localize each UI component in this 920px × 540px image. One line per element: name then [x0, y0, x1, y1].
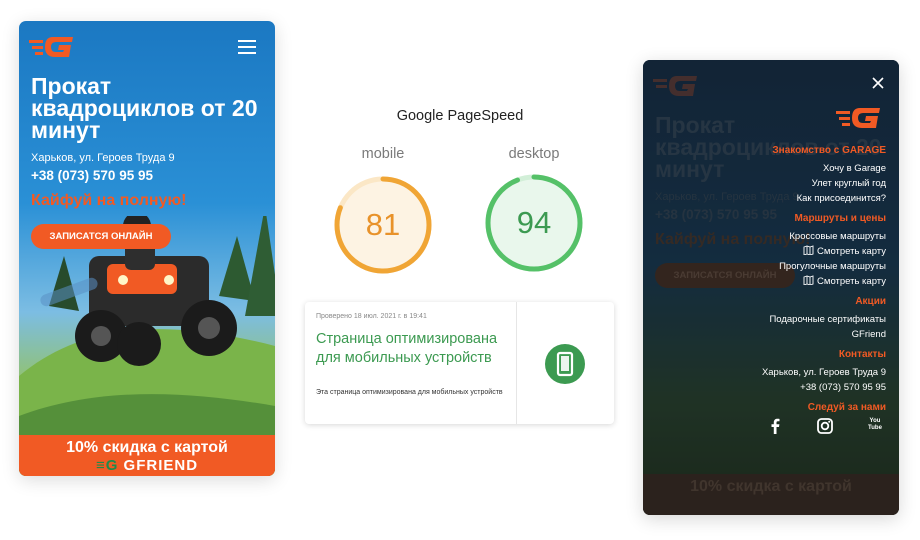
map-icon — [803, 245, 814, 255]
mobile-screenshot: Прокат квадроциклов от 20 минут Харьков,… — [19, 21, 275, 476]
result-description: Эта страница оптимизирована для мобильны… — [316, 389, 503, 396]
social-links: You Tube — [761, 416, 889, 436]
menu-item[interactable]: Подарочные сертификаты — [666, 312, 886, 327]
menu-section-promotions[interactable]: Акции — [666, 295, 886, 308]
map-icon — [803, 275, 814, 285]
score-value-desktop: 94 — [516, 205, 552, 240]
hamburger-menu-icon[interactable] — [238, 40, 256, 54]
pagespeed-title: Google PageSpeed — [396, 108, 524, 124]
gauge-label-mobile: mobile — [361, 146, 405, 162]
mobile-phone-icon — [545, 344, 585, 384]
menu-item[interactable]: Хочу в Garage — [666, 161, 886, 176]
checked-timestamp: Проверено 18 июл. 2021 г. в 19:41 — [316, 313, 427, 320]
menu-item[interactable]: Кроссовые маршруты — [666, 229, 886, 244]
menu-item[interactable]: Как присоединится? — [666, 191, 886, 206]
menu-item[interactable]: Харьков, ул. Героев Труда 9 — [666, 365, 886, 380]
gauge-label-desktop: desktop — [508, 146, 560, 162]
address: Харьков, ул. Героев Труда 9 — [31, 152, 175, 164]
card-divider — [516, 302, 517, 424]
menu-section-contacts[interactable]: Контакты — [666, 348, 886, 361]
slogan: Кайфуй на полную! — [31, 192, 187, 209]
menu-section-routes[interactable]: Маршруты и цены — [666, 212, 886, 225]
close-icon[interactable] — [871, 76, 885, 90]
menu-item-map[interactable]: Смотреть карту — [666, 274, 886, 289]
youtube-icon[interactable]: You Tube — [863, 416, 887, 436]
result-heading: Страница оптимизирована для мобильных ус… — [316, 331, 498, 366]
menu-item[interactable]: +38 (073) 570 95 95 — [666, 380, 886, 395]
phone-number[interactable]: +38 (073) 570 95 95 — [31, 168, 153, 183]
gfriend-logo: ≡G GFRIEND — [95, 457, 199, 474]
menu-item-map[interactable]: Смотреть карту — [666, 244, 886, 259]
mobile-friendly-card: Проверено 18 июл. 2021 г. в 19:41 Страни… — [305, 302, 614, 424]
score-value-mobile: 81 — [365, 207, 401, 242]
menu-section-follow: Следуй за нами — [807, 402, 886, 413]
menu-section-about[interactable]: Знакомство с GARAGE — [666, 144, 886, 157]
garage-logo[interactable] — [29, 33, 79, 61]
menu-item[interactable]: Улет круглый год — [666, 176, 886, 191]
score-gauge-desktop: 94 — [483, 172, 585, 274]
facebook-icon[interactable] — [765, 416, 785, 436]
instagram-icon[interactable] — [815, 416, 835, 436]
mobile-menu-screenshot: Прокат квадроциклов от 20 минут Харьков,… — [643, 60, 899, 515]
garage-logo-menu[interactable] — [836, 104, 886, 132]
nav-menu: Знакомство с GARAGE Хочу в Garage Улет к… — [666, 142, 886, 418]
menu-item[interactable]: GFriend — [666, 327, 886, 342]
score-gauge-mobile: 81 — [332, 174, 434, 276]
book-online-button[interactable]: ЗАПИСАТСЯ ОНЛАЙН — [31, 224, 171, 249]
hero-headline: Прокат квадроциклов от 20 минут — [31, 73, 258, 143]
menu-item[interactable]: Прогулочные маршруты — [666, 259, 886, 274]
